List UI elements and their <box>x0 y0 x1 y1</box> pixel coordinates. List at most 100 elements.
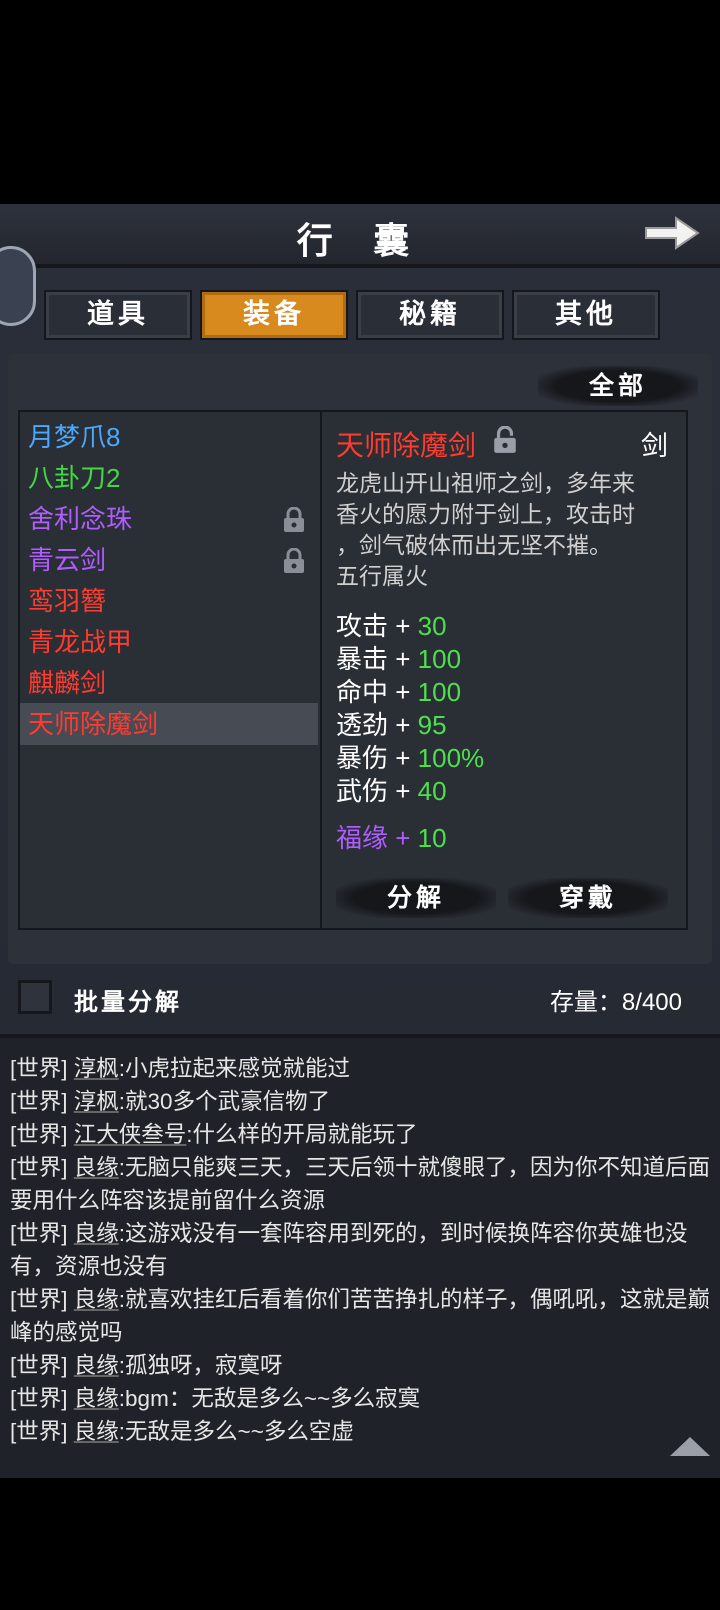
world-chat: [世界] 淳枫:小虎拉起来感觉就能过 [世界] 淳枫:就30多个武豪信物了 [世… <box>0 1034 720 1478</box>
batch-row: 批量分解 存量：8/400 <box>0 972 720 1028</box>
list-item[interactable]: 鸾羽簪 <box>20 580 318 622</box>
chat-channel: [世界] <box>10 1419 68 1444</box>
chat-user[interactable]: 良缘 <box>74 1353 119 1378</box>
equipment-area: 全部 月梦爪8 八卦刀2 舍利念珠 青云剑 鸾羽簪 青龙战甲 麒麟剑 天师除魔剑… <box>8 354 712 964</box>
stat-plus: + <box>395 776 411 806</box>
chat-text: :孤独呀，寂寞呀 <box>118 1353 283 1378</box>
stat-plus: + <box>395 743 411 773</box>
stat-row: 暴击 + 100 <box>336 643 484 676</box>
item-name: 青龙战甲 <box>28 627 133 657</box>
detail-item-type: 剑 <box>641 431 668 461</box>
tab-bar: 道具 装备 秘籍 其他 <box>44 290 676 340</box>
batch-disassemble-label: 批量分解 <box>74 987 182 1016</box>
chat-channel: [世界] <box>10 1056 68 1081</box>
chat-user[interactable]: 江大侠叁号 <box>74 1122 187 1147</box>
fortune-row: 福缘 + 10 <box>336 822 484 855</box>
title-bar: 行 囊 <box>0 204 720 326</box>
tab-other[interactable]: 其他 <box>512 290 660 340</box>
stat-name: 武伤 <box>336 776 389 806</box>
disassemble-button[interactable]: 分解 <box>336 878 496 918</box>
chat-channel: [世界] <box>10 1089 68 1114</box>
stat-value: 100% <box>417 743 485 773</box>
stat-name: 命中 <box>336 677 389 707</box>
chat-message: [世界] 良缘:无脑只能爽三天，三天后领十就傻眼了，因为你不知道后面要用什么阵容… <box>10 1151 712 1217</box>
list-item[interactable]: 月梦爪8 <box>20 416 318 458</box>
chat-message: [世界] 良缘:孤独呀，寂寞呀 <box>10 1349 712 1382</box>
lock-icon <box>284 548 304 573</box>
inventory-panel: 行 囊 道具 装备 秘籍 其他 全部 月梦爪8 八卦刀2 舍利念珠 青云剑 鸾羽… <box>0 204 720 1034</box>
page-title: 行 囊 <box>296 220 424 262</box>
chat-text: :无敌是多么~~多么空虚 <box>118 1419 354 1444</box>
stat-plus: + <box>395 644 411 674</box>
stat-row: 命中 + 100 <box>336 676 484 709</box>
tab-manuals[interactable]: 秘籍 <box>356 290 504 340</box>
item-detail: 天师除魔剑 剑 龙虎山开山祖师之剑，多年来 香火的愿力附于剑上，攻击时 ，剑气破… <box>322 410 688 930</box>
storage-count: 存量：8/400 <box>549 989 682 1016</box>
list-item[interactable]: 八卦刀2 <box>20 457 318 499</box>
stat-plus: + <box>395 677 411 707</box>
stat-plus: + <box>395 823 411 853</box>
stat-value: 100 <box>417 644 462 674</box>
chat-channel: [世界] <box>10 1287 68 1312</box>
item-list: 月梦爪8 八卦刀2 舍利念珠 青云剑 鸾羽簪 青龙战甲 麒麟剑 天师除魔剑 <box>18 410 322 930</box>
chat-message: [世界] 良缘:就喜欢挂红后看着你们苦苦挣扎的样子，偶吼吼，这就是巅峰的感觉吗 <box>10 1283 712 1349</box>
list-item[interactable]: 青云剑 <box>20 539 318 581</box>
chat-channel: [世界] <box>10 1155 68 1180</box>
chat-text: :什么样的开局就能玩了 <box>186 1122 418 1147</box>
chat-channel: [世界] <box>10 1353 68 1378</box>
chat-user[interactable]: 良缘 <box>74 1287 119 1312</box>
chat-user[interactable]: 淳枫 <box>74 1056 119 1081</box>
item-name: 月梦爪8 <box>28 422 121 452</box>
unlock-icon[interactable] <box>492 426 518 454</box>
chat-message: [世界] 江大侠叁号:什么样的开局就能玩了 <box>10 1118 712 1151</box>
list-item[interactable]: 青龙战甲 <box>20 621 318 663</box>
chat-user[interactable]: 良缘 <box>74 1386 119 1411</box>
filter-all-button[interactable]: 全部 <box>538 366 698 406</box>
list-item-selected[interactable]: 天师除魔剑 <box>20 703 318 745</box>
stat-name: 暴伤 <box>336 743 389 773</box>
stat-name: 攻击 <box>336 611 389 641</box>
stat-plus: + <box>395 611 411 641</box>
lock-icon <box>284 507 304 532</box>
stat-value: 10 <box>417 823 447 853</box>
stat-row: 暴伤 + 100% <box>336 742 484 775</box>
desc-line: ，剑气破体而出无坚不摧。 <box>336 532 612 558</box>
stat-value: 100 <box>417 677 462 707</box>
equip-button[interactable]: 穿戴 <box>508 878 668 918</box>
stat-row: 攻击 + 30 <box>336 610 484 643</box>
batch-disassemble-checkbox[interactable] <box>18 980 52 1014</box>
tab-equipment[interactable]: 装备 <box>200 290 348 340</box>
stat-row: 武伤 + 40 <box>336 775 484 808</box>
tab-items[interactable]: 道具 <box>44 290 192 340</box>
detail-description: 龙虎山开山祖师之剑，多年来 香火的愿力附于剑上，攻击时 ，剑气破体而出无坚不摧。… <box>336 468 676 592</box>
list-item[interactable]: 舍利念珠 <box>20 498 318 540</box>
back-arrow-icon[interactable] <box>642 212 702 254</box>
chat-channel: [世界] <box>10 1122 68 1147</box>
chat-text: :小虎拉起来感觉就能过 <box>118 1056 351 1081</box>
chat-message: [世界] 淳枫:小虎拉起来感觉就能过 <box>10 1052 712 1085</box>
stat-plus: + <box>395 710 411 740</box>
chat-text: :就30多个武豪信物了 <box>118 1089 331 1114</box>
list-item[interactable]: 麒麟剑 <box>20 662 318 704</box>
item-name: 舍利念珠 <box>28 504 133 534</box>
chat-message: [世界] 良缘:这游戏没有一套阵容用到死的，到时候换阵容你英雄也没有，资源也没有 <box>10 1217 712 1283</box>
chat-text: :bgm：无敌是多么~~多么寂寞 <box>118 1386 421 1411</box>
detail-item-name: 天师除魔剑 <box>336 430 477 461</box>
stat-value: 95 <box>417 710 447 740</box>
chat-user[interactable]: 良缘 <box>74 1155 119 1180</box>
chat-user[interactable]: 良缘 <box>74 1419 119 1444</box>
chat-user[interactable]: 良缘 <box>74 1221 119 1246</box>
stat-value: 40 <box>417 776 447 806</box>
desc-line: 五行属火 <box>336 563 428 589</box>
expand-chat-icon[interactable] <box>668 1434 712 1458</box>
desc-line: 香火的愿力附于剑上，攻击时 <box>336 501 635 527</box>
chat-user[interactable]: 淳枫 <box>74 1089 119 1114</box>
stat-name: 暴击 <box>336 644 389 674</box>
chat-messages: [世界] 淳枫:小虎拉起来感觉就能过 [世界] 淳枫:就30多个武豪信物了 [世… <box>10 1052 712 1448</box>
item-name: 青云剑 <box>28 545 107 575</box>
chat-message: [世界] 良缘:bgm：无敌是多么~~多么寂寞 <box>10 1382 712 1415</box>
item-name: 鸾羽簪 <box>28 586 107 616</box>
chat-channel: [世界] <box>10 1221 68 1246</box>
chat-channel: [世界] <box>10 1386 68 1411</box>
stat-name: 透劲 <box>336 710 389 740</box>
